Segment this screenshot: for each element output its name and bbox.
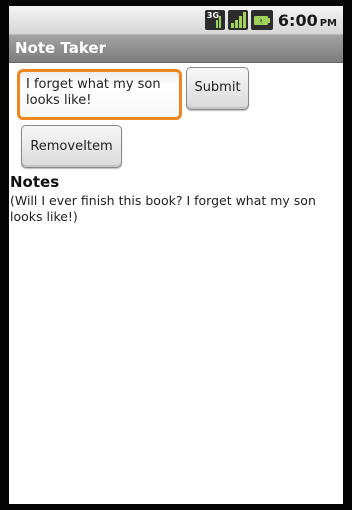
remove-item-button[interactable]: RemoveItem — [21, 125, 122, 168]
battery-icon — [250, 10, 273, 30]
app-title: Note Taker — [15, 39, 106, 57]
clock-time: 6:00 — [277, 10, 318, 30]
notes-heading: Notes — [10, 173, 60, 191]
notes-content: (Will I ever finish this book? I forget … — [10, 193, 316, 224]
clock-ampm: PM — [319, 17, 337, 29]
title-bar: Note Taker — [9, 35, 343, 63]
network-activity-bars — [215, 16, 221, 28]
signal-icon — [227, 10, 248, 30]
submit-button[interactable]: Submit — [186, 67, 249, 110]
clock: 6:00 PM — [278, 11, 337, 30]
phone-screen: 3G 6:00 PM Note Taker I forget what my s… — [0, 0, 352, 510]
status-icons: 3G 6:00 PM — [204, 9, 337, 31]
network-3g-icon: 3G — [204, 10, 225, 30]
status-bar: 3G 6:00 PM — [9, 6, 343, 35]
note-input[interactable]: I forget what my son looks like! — [17, 69, 182, 120]
